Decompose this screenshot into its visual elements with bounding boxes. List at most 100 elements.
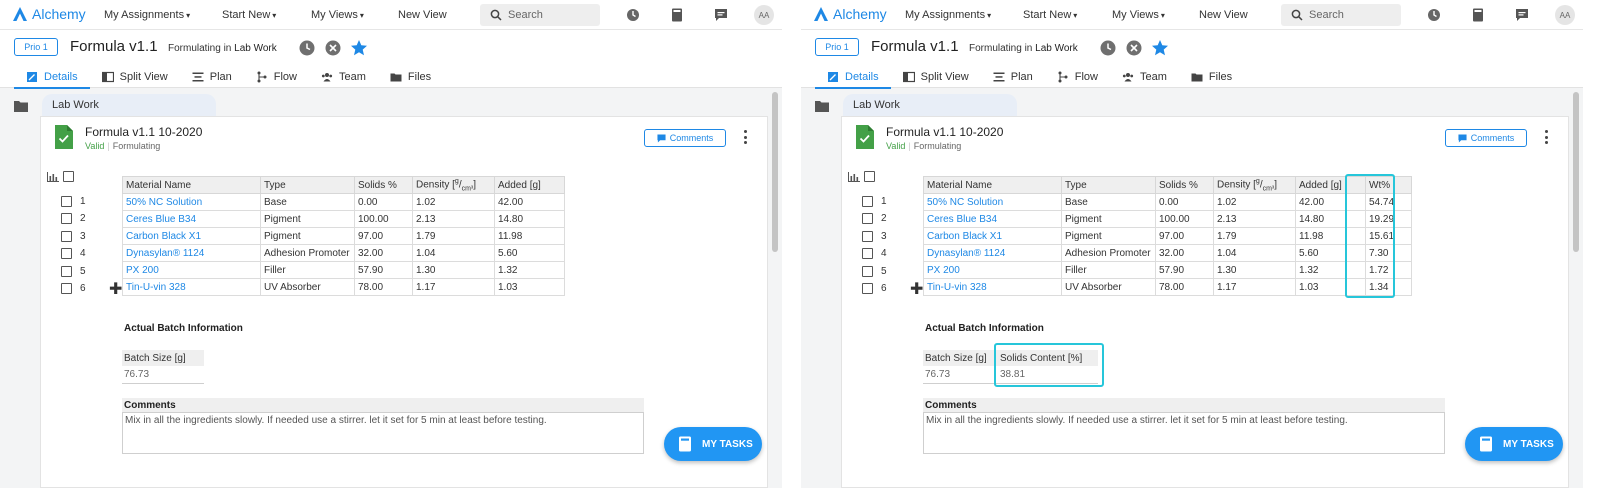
col-solids[interactable]: Solids % — [1155, 176, 1214, 194]
row-checkbox[interactable] — [61, 265, 72, 277]
add-row-icon[interactable]: ✚ — [109, 282, 122, 298]
nav-my-assignments[interactable]: My Assignments ▾ — [104, 9, 190, 21]
chat-icon[interactable] — [713, 7, 729, 23]
col-type[interactable]: Type — [1061, 176, 1156, 194]
tab-details[interactable]: Details — [815, 66, 891, 89]
col-material-name[interactable]: Material Name — [122, 176, 261, 194]
col-added[interactable]: Added [g] — [494, 176, 565, 194]
tab-flow[interactable]: Flow — [1045, 66, 1110, 88]
col-material-name[interactable]: Material Name — [923, 176, 1062, 194]
user-avatar[interactable]: AA — [754, 5, 774, 25]
tab-files[interactable]: Files — [378, 66, 443, 88]
comments-button[interactable]: Comments — [1445, 129, 1527, 147]
cell-material-name[interactable]: 50% NC Solution — [122, 193, 261, 211]
folder-tab-lab-work[interactable]: Lab Work — [42, 94, 216, 116]
chart-icon[interactable] — [848, 171, 860, 182]
cell-type: Base — [1061, 193, 1156, 211]
row-checkbox[interactable] — [862, 248, 873, 260]
row-checkbox[interactable] — [61, 283, 72, 294]
comments-button[interactable]: Comments — [644, 129, 726, 147]
my-tasks-button[interactable]: MY TASKS — [664, 427, 762, 461]
cell-material-name[interactable]: PX 200 — [122, 261, 261, 279]
star-icon[interactable] — [350, 39, 368, 57]
col-density[interactable]: Density [g/cm³] — [412, 176, 495, 194]
cell-material-name[interactable]: PX 200 — [923, 261, 1062, 279]
user-avatar[interactable]: AA — [1555, 5, 1575, 25]
cell-material-name[interactable]: Ceres Blue B34 — [122, 210, 261, 228]
more-options-icon[interactable] — [1540, 129, 1552, 145]
row-checkbox[interactable] — [862, 283, 873, 294]
comments-textarea[interactable]: Mix in all the ingredients slowly. If ne… — [122, 412, 644, 454]
tab-plan[interactable]: Plan — [981, 66, 1045, 88]
comments-textarea[interactable]: Mix in all the ingredients slowly. If ne… — [923, 412, 1445, 454]
scrollbar[interactable] — [1573, 92, 1579, 252]
nav-new-view[interactable]: New View — [1199, 9, 1248, 21]
col-wt-percent[interactable]: Wt% — [1365, 176, 1412, 194]
row-checkbox[interactable] — [61, 248, 72, 260]
priority-badge[interactable]: Prio 1 — [815, 38, 859, 56]
clock-history-icon[interactable] — [298, 39, 316, 57]
batch-size-value[interactable]: 76.73 — [923, 366, 1005, 384]
notebook-icon[interactable] — [669, 7, 685, 23]
row-checkbox[interactable] — [61, 230, 72, 242]
tab-files[interactable]: Files — [1179, 66, 1244, 88]
select-all-checkbox[interactable] — [63, 171, 74, 182]
cell-material-name[interactable]: Tin-U-vin 328 — [122, 278, 261, 296]
cell-material-name[interactable]: Dynasylan® 1124 — [923, 244, 1062, 262]
cancel-clock-icon[interactable] — [324, 39, 342, 57]
nav-start-new[interactable]: Start New ▾ — [1023, 9, 1077, 21]
chart-icon[interactable] — [47, 171, 59, 182]
history-clock-icon[interactable] — [625, 7, 641, 23]
chat-icon[interactable] — [1514, 7, 1530, 23]
folder-icon[interactable] — [14, 100, 28, 112]
cell-material-name[interactable]: Tin-U-vin 328 — [923, 278, 1062, 296]
tab-team[interactable]: Team — [1110, 66, 1179, 88]
my-tasks-button[interactable]: MY TASKS — [1465, 427, 1563, 461]
tab-details[interactable]: Details — [14, 66, 90, 89]
row-checkbox[interactable] — [862, 265, 873, 277]
tab-split-view[interactable]: Split View — [90, 66, 180, 88]
tab-plan[interactable]: Plan — [180, 66, 244, 88]
col-solids[interactable]: Solids % — [354, 176, 413, 194]
solids-content-value[interactable]: 38.81 — [998, 366, 1098, 384]
row-checkbox[interactable] — [862, 213, 873, 225]
nav-start-new[interactable]: Start New ▾ — [222, 9, 276, 21]
col-added[interactable]: Added [g] — [1295, 176, 1366, 194]
app-logo[interactable]: Alchemy — [12, 6, 86, 22]
nav-my-assignments[interactable]: My Assignments ▾ — [905, 9, 991, 21]
cell-material-name[interactable]: 50% NC Solution — [923, 193, 1062, 211]
col-type[interactable]: Type — [260, 176, 355, 194]
cancel-clock-icon[interactable] — [1125, 39, 1143, 57]
cell-material-name[interactable]: Carbon Black X1 — [122, 227, 261, 245]
add-row-icon[interactable]: ✚ — [910, 282, 923, 298]
history-clock-icon[interactable] — [1426, 7, 1442, 23]
more-options-icon[interactable] — [739, 129, 751, 145]
nav-my-views[interactable]: My Views ▾ — [1112, 9, 1165, 21]
tab-flow[interactable]: Flow — [244, 66, 309, 88]
folder-tab-lab-work[interactable]: Lab Work — [843, 94, 1017, 116]
cell-material-name[interactable]: Carbon Black X1 — [923, 227, 1062, 245]
scrollbar[interactable] — [772, 92, 778, 252]
table-row: Carbon Black X1 Pigment 97.00 1.79 11.98 — [122, 227, 565, 245]
nav-my-views[interactable]: My Views ▾ — [311, 9, 364, 21]
folder-icon[interactable] — [815, 100, 829, 112]
row-checkbox[interactable] — [61, 213, 72, 225]
select-all-checkbox[interactable] — [864, 171, 875, 182]
star-icon[interactable] — [1151, 39, 1169, 57]
search-input[interactable]: Search — [480, 4, 600, 26]
col-density[interactable]: Density [g/cm³] — [1213, 176, 1296, 194]
clock-history-icon[interactable] — [1099, 39, 1117, 57]
row-checkbox[interactable] — [862, 230, 873, 242]
nav-new-view[interactable]: New View — [398, 9, 447, 21]
search-input[interactable]: Search — [1281, 4, 1401, 26]
cell-material-name[interactable]: Dynasylan® 1124 — [122, 244, 261, 262]
batch-size-value[interactable]: 76.73 — [122, 366, 204, 384]
cell-material-name[interactable]: Ceres Blue B34 — [923, 210, 1062, 228]
row-checkbox[interactable] — [61, 196, 72, 207]
priority-badge[interactable]: Prio 1 — [14, 38, 58, 56]
notebook-icon[interactable] — [1470, 7, 1486, 23]
app-logo[interactable]: Alchemy — [813, 6, 887, 22]
row-checkbox[interactable] — [862, 196, 873, 207]
tab-split-view[interactable]: Split View — [891, 66, 981, 88]
tab-team[interactable]: Team — [309, 66, 378, 88]
